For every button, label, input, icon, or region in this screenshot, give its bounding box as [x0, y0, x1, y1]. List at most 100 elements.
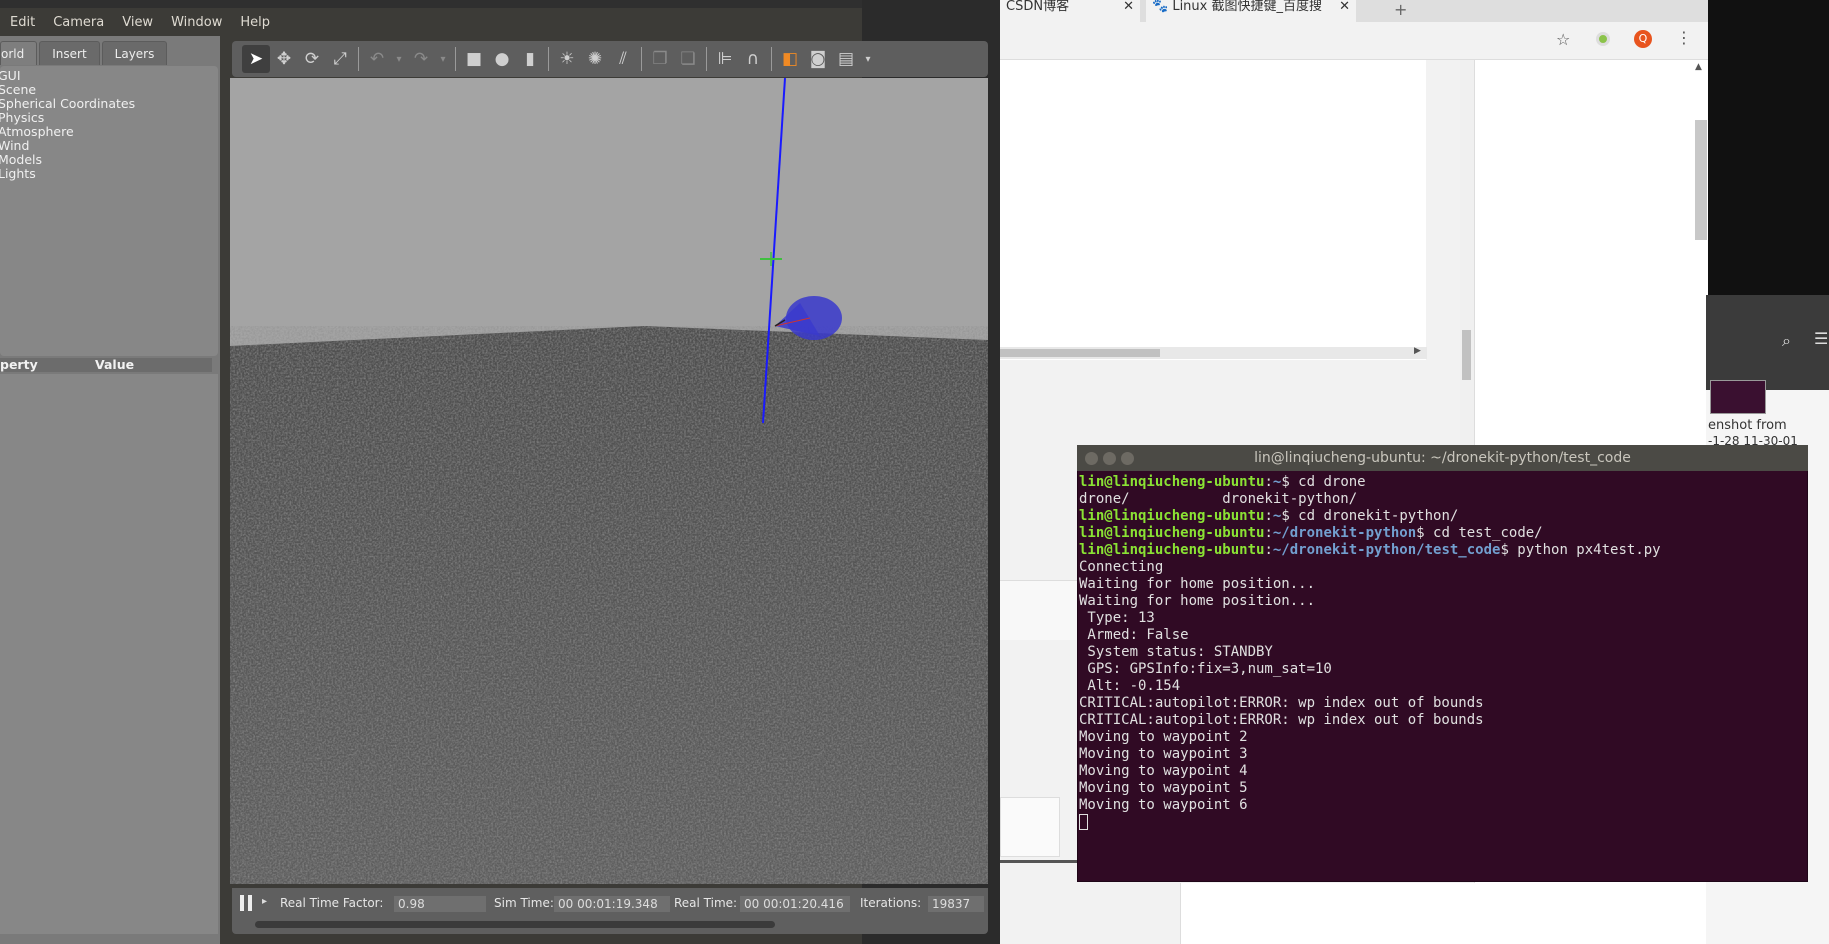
real-time-value: 00 00:01:20.416 — [740, 896, 850, 912]
iterations-value: 19837 — [928, 896, 984, 912]
menu-camera[interactable]: Camera — [53, 15, 104, 30]
screenshot-icon[interactable]: ◙ — [804, 45, 832, 73]
paste-icon[interactable]: ❏ — [674, 45, 702, 73]
horizontal-scrollbar[interactable] — [255, 921, 775, 928]
spot-light-icon[interactable]: ✺ — [581, 45, 609, 73]
sim-time-label: Sim Time: — [494, 896, 554, 910]
rtf-value: 0.98 — [394, 896, 486, 912]
page-fragment — [1000, 797, 1060, 857]
prompt-command: $ cd dronekit-python/ — [1281, 508, 1459, 524]
scrollbar-thumb[interactable] — [1000, 349, 1160, 357]
menu-dots-icon[interactable]: ⋮ — [1676, 28, 1692, 47]
scale-mode-icon[interactable]: ⤢ — [326, 45, 354, 73]
3d-viewport[interactable] — [230, 78, 988, 884]
baidu-favicon-icon: 🐾 — [1152, 0, 1169, 14]
close-icon[interactable]: ✕ — [1123, 0, 1134, 14]
page-fragment — [1180, 883, 1710, 944]
prompt-command: $ python px4test.py — [1500, 542, 1661, 558]
terminal-line: Type: 13 — [1079, 610, 1155, 626]
step-icon[interactable]: ▸ — [262, 896, 267, 907]
prompt-user: lin@linqiucheng-ubuntu — [1079, 508, 1265, 524]
pause-icon[interactable] — [240, 895, 254, 911]
extension-icon[interactable] — [1596, 32, 1610, 46]
prompt-command: $ cd test_code/ — [1416, 525, 1543, 541]
menu-view[interactable]: View — [122, 15, 153, 30]
toolbar-separator — [358, 47, 359, 71]
terminal-line: lin@linqiucheng-ubuntu:~/dronekit-python… — [1079, 525, 1543, 541]
page-horizontal-scrollbar[interactable]: ▶ — [1000, 346, 1427, 359]
tree-item-scene[interactable]: Scene — [0, 83, 218, 97]
terminal-cursor — [1079, 814, 1088, 830]
terminal-line: drone/ dronekit-python/ — [1079, 491, 1358, 507]
scroll-right-icon[interactable]: ▶ — [1414, 346, 1421, 356]
browser-tab-title: Linux 截图快捷键_百度搜 — [1172, 0, 1322, 14]
prompt-user: lin@linqiucheng-ubuntu — [1079, 525, 1265, 541]
tree-item-spherical-coordinates[interactable]: Spherical Coordinates — [0, 97, 218, 111]
tab-layers[interactable]: Layers — [101, 41, 168, 65]
world-tree: GUI Scene Spherical Coordinates Physics … — [0, 66, 218, 356]
list-view-icon[interactable]: ☰ — [1814, 329, 1828, 348]
tree-item-lights[interactable]: Lights — [0, 167, 218, 181]
close-icon[interactable]: ✕ — [1339, 0, 1350, 14]
page-content — [1000, 60, 1426, 360]
search-icon[interactable]: ⌕ — [1782, 331, 1791, 351]
translate-mode-icon[interactable]: ✥ — [270, 45, 298, 73]
toolbar-separator — [706, 47, 707, 71]
scrollbar-thumb[interactable] — [1462, 330, 1471, 380]
tree-item-atmosphere[interactable]: Atmosphere — [0, 125, 218, 139]
terminal-line: System status: STANDBY — [1079, 644, 1273, 660]
undo-icon[interactable]: ↶ — [363, 45, 391, 73]
directional-light-icon[interactable]: ⫽ — [609, 45, 637, 73]
view-angle-icon[interactable]: ◧ — [776, 45, 804, 73]
profile-avatar[interactable]: Q — [1634, 30, 1652, 48]
close-window-icon[interactable] — [1085, 452, 1098, 465]
minimize-window-icon[interactable] — [1103, 452, 1116, 465]
terminal-title: lin@linqiucheng-ubuntu: ~/dronekit-pytho… — [1254, 450, 1631, 466]
browser-toolbar: ☆ Q ⋮ — [1000, 22, 1710, 60]
redo-icon[interactable]: ↷ — [407, 45, 435, 73]
menu-window[interactable]: Window — [171, 15, 222, 30]
value-column-label: Value — [95, 357, 135, 372]
point-light-icon[interactable]: ☀ — [553, 45, 581, 73]
left-panel-tabs: orld Insert Layers — [0, 41, 169, 67]
rtf-label: Real Time Factor: — [280, 896, 384, 910]
screenshot-thumbnail[interactable] — [1710, 380, 1766, 414]
redo-dropdown-icon[interactable]: ▾ — [435, 45, 451, 73]
rotate-mode-icon[interactable]: ⟳ — [298, 45, 326, 73]
undo-dropdown-icon[interactable]: ▾ — [391, 45, 407, 73]
prompt-command: $ cd drone — [1281, 474, 1366, 490]
tree-item-gui[interactable]: GUI — [0, 69, 218, 83]
tree-item-physics[interactable]: Physics — [0, 111, 218, 125]
toolbar-more-icon[interactable]: ▾ — [860, 45, 876, 73]
copy-icon[interactable]: ❐ — [646, 45, 674, 73]
scrollbar-thumb[interactable] — [1695, 120, 1707, 240]
terminal-line: lin@linqiucheng-ubuntu:~$ cd drone — [1079, 474, 1366, 490]
terminal-line: CRITICAL:autopilot:ERROR: wp index out o… — [1079, 695, 1484, 711]
align-icon[interactable]: ⊫ — [711, 45, 739, 73]
prompt-user: lin@linqiucheng-ubuntu — [1079, 474, 1265, 490]
tree-item-models[interactable]: Models — [0, 153, 218, 167]
tab-world[interactable]: orld — [0, 41, 38, 65]
sphere-shape-icon[interactable]: ● — [488, 45, 516, 73]
box-shape-icon[interactable]: ■ — [460, 45, 488, 73]
new-tab-icon[interactable]: + — [1394, 0, 1407, 19]
menu-edit[interactable]: Edit — [10, 15, 35, 30]
menu-help[interactable]: Help — [240, 15, 270, 30]
log-icon[interactable]: ▤ — [832, 45, 860, 73]
prompt-user: lin@linqiucheng-ubuntu — [1079, 542, 1265, 558]
browser-tab-baidu[interactable]: 🐾 Linux 截图快捷键_百度搜 ✕ — [1146, 0, 1356, 22]
select-mode-icon[interactable]: ➤ — [242, 45, 270, 73]
terminal-output[interactable]: lin@linqiucheng-ubuntu:~$ cd drone drone/… — [1078, 472, 1807, 882]
property-panel — [0, 374, 218, 934]
cylinder-shape-icon[interactable]: ▮ — [516, 45, 544, 73]
browser-tab-csdn[interactable]: CSDN博客 ✕ — [1000, 0, 1140, 22]
tab-insert[interactable]: Insert — [39, 41, 100, 65]
prompt-path: ~/dronekit-python/test_code — [1272, 542, 1501, 558]
snap-icon[interactable]: ∩ — [739, 45, 767, 73]
property-header: perty Value — [0, 357, 212, 372]
toolbar-separator — [455, 47, 456, 71]
scroll-up-icon[interactable]: ▲ — [1695, 62, 1702, 72]
maximize-window-icon[interactable] — [1121, 452, 1134, 465]
tree-item-wind[interactable]: Wind — [0, 139, 218, 153]
bookmark-star-icon[interactable]: ☆ — [1556, 30, 1570, 49]
